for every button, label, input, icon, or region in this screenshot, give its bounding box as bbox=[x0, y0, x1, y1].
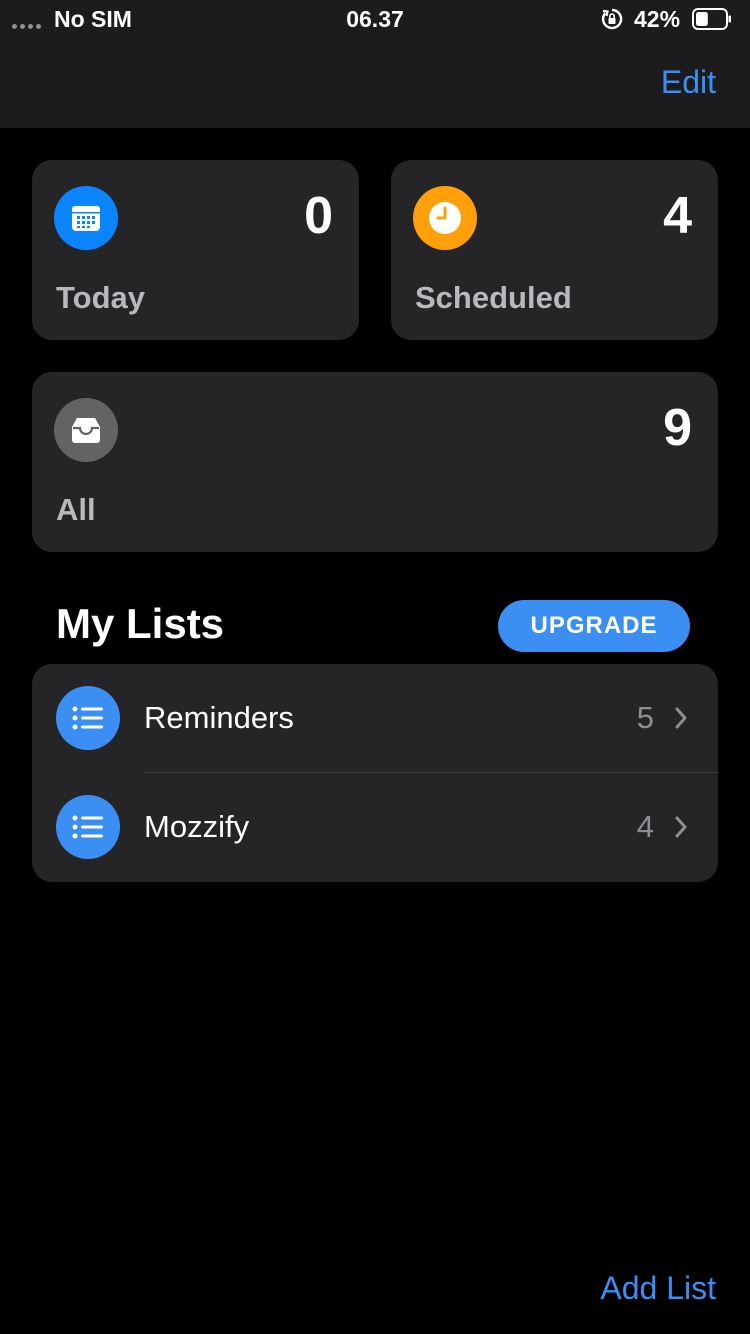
list-bullet-icon bbox=[56, 795, 120, 859]
list-item-count: 5 bbox=[636, 700, 654, 735]
today-label: Today bbox=[56, 280, 145, 315]
chevron-right-icon bbox=[675, 707, 687, 729]
navigation-bar: Edit bbox=[0, 40, 750, 128]
list-item-mozzify[interactable]: Mozzify 4 bbox=[32, 773, 718, 882]
all-count: 9 bbox=[663, 399, 692, 457]
clock-icon bbox=[413, 186, 477, 250]
today-card[interactable]: 0 Today bbox=[32, 160, 359, 340]
scheduled-card[interactable]: 4 Scheduled bbox=[391, 160, 718, 340]
orientation-lock-icon bbox=[601, 8, 623, 30]
status-bar: No SIM 06.37 42% bbox=[0, 0, 750, 40]
list-item-reminders[interactable]: Reminders 5 bbox=[32, 664, 718, 773]
all-card[interactable]: 9 All bbox=[32, 372, 718, 552]
battery-icon bbox=[692, 8, 731, 30]
my-lists-heading: My Lists bbox=[56, 600, 225, 647]
upgrade-button[interactable]: UPGRADE bbox=[498, 600, 690, 652]
scheduled-count: 4 bbox=[663, 187, 692, 245]
tray-icon bbox=[54, 398, 118, 462]
calendar-icon bbox=[54, 186, 118, 250]
list-item-name: Mozzify bbox=[144, 809, 250, 844]
chevron-right-icon bbox=[675, 816, 687, 838]
all-label: All bbox=[56, 492, 96, 527]
list-item-count: 4 bbox=[636, 809, 654, 844]
battery-percent: 42% bbox=[634, 6, 681, 32]
my-lists-group: Reminders 5 Mozzify 4 bbox=[32, 664, 718, 882]
list-bullet-icon bbox=[56, 686, 120, 750]
today-count: 0 bbox=[304, 187, 333, 245]
scheduled-label: Scheduled bbox=[415, 280, 572, 315]
list-item-name: Reminders bbox=[144, 700, 294, 735]
add-list-button[interactable]: Add List bbox=[600, 1270, 716, 1307]
edit-button[interactable]: Edit bbox=[661, 64, 716, 101]
